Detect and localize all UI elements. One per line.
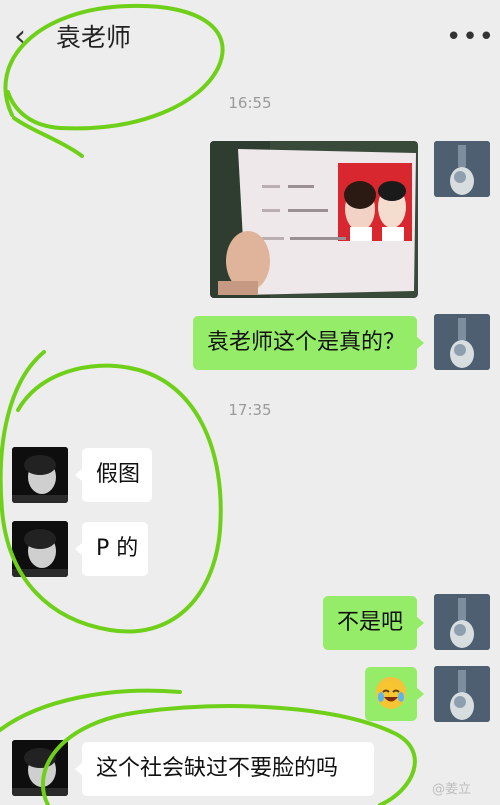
my-avatar[interactable] [434, 141, 490, 197]
avatar-image [434, 594, 490, 650]
avatar-image [12, 740, 68, 796]
avatar-image [12, 521, 68, 577]
crying-laughing-emoji-icon [376, 677, 406, 709]
message-text: P 的 [96, 536, 139, 561]
annotation-stroke-last [0, 688, 182, 732]
contact-avatar[interactable] [12, 740, 68, 796]
back-chevron-icon[interactable]: ‹ [14, 22, 26, 52]
certificate-photo-image [210, 141, 418, 298]
received-message-bubble[interactable]: P 的 [75, 522, 148, 576]
message-text: 袁老师这个是真的？ [207, 330, 406, 355]
message-text: 这个社会缺过不要脸的吗 [96, 756, 339, 781]
chat-header: ‹ 袁老师 ••• [0, 0, 500, 78]
received-message-bubble[interactable]: 假图 [75, 448, 152, 502]
my-avatar[interactable] [434, 594, 490, 650]
sent-photo-message[interactable] [210, 141, 418, 298]
avatar-image [12, 447, 68, 503]
watermark: @姜立 [432, 782, 472, 797]
sent-emoji-bubble[interactable] [365, 667, 424, 721]
my-avatar[interactable] [434, 314, 490, 370]
message-text: 不是吧 [337, 610, 404, 635]
annotation-stroke-title [12, 116, 84, 158]
sent-message-bubble[interactable]: 不是吧 [323, 596, 424, 650]
my-avatar[interactable] [434, 666, 490, 722]
received-message-bubble[interactable]: 这个社会缺过不要脸的吗 [75, 742, 374, 796]
timestamp: 16:55 [228, 94, 272, 112]
avatar-image [434, 141, 490, 197]
avatar-image [434, 666, 490, 722]
contact-avatar[interactable] [12, 447, 68, 503]
avatar-image [434, 314, 490, 370]
timestamp: 17:35 [228, 401, 272, 419]
chat-title: 袁老师 [56, 23, 132, 52]
more-dots-icon[interactable]: ••• [446, 24, 495, 50]
contact-avatar[interactable] [12, 521, 68, 577]
sent-message-bubble[interactable]: 袁老师这个是真的？ [193, 316, 424, 370]
message-text: 假图 [96, 462, 141, 487]
